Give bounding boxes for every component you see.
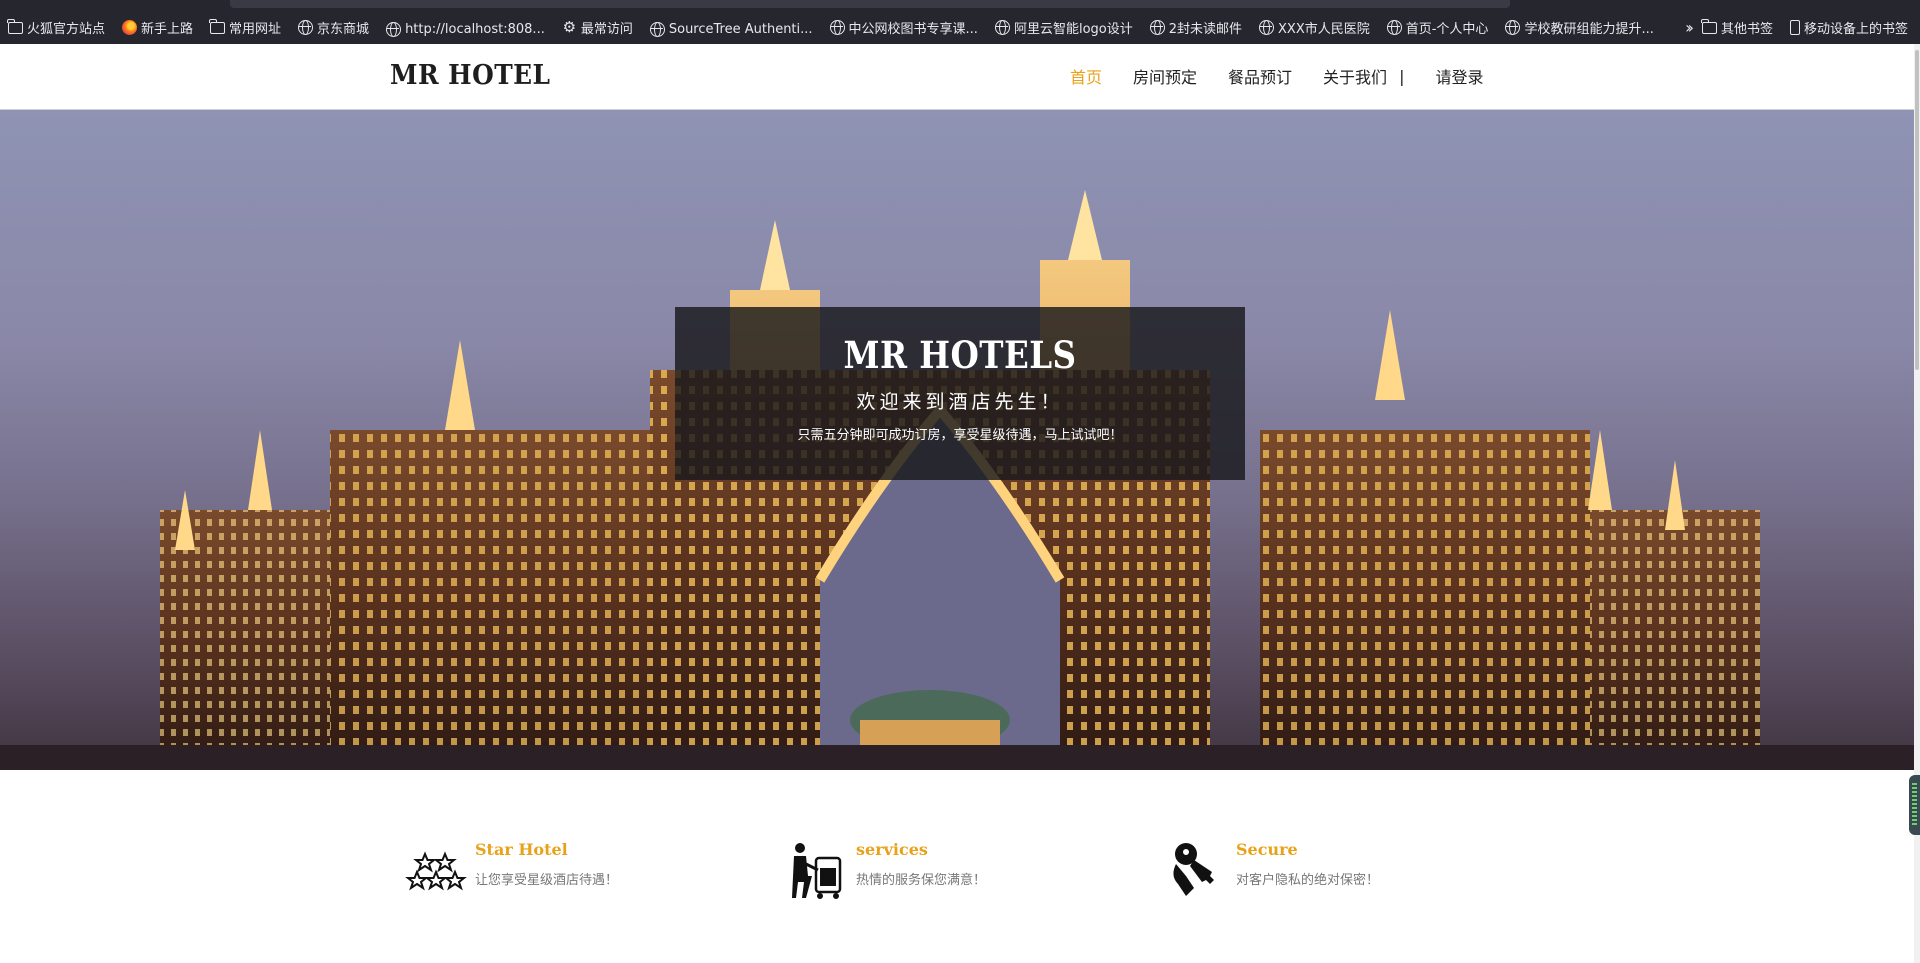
nav-room-booking[interactable]: 房间预定	[1133, 64, 1197, 88]
mobile-bookmarks[interactable]: 移动设备上的书签	[1789, 18, 1908, 37]
globe-icon	[1386, 20, 1402, 35]
bellhop-icon	[792, 843, 842, 899]
bookmark-item[interactable]: 京东商城	[298, 18, 369, 37]
login-link[interactable]: 请登录	[1435, 64, 1483, 88]
bookmark-item[interactable]: 阿里云智能logo设计	[994, 18, 1133, 37]
globe-icon	[386, 22, 402, 37]
hero-caption: MR HOTELS 欢迎来到酒店先生！ 只需五分钟即可成功订房，享受星级待遇，马…	[675, 307, 1245, 480]
key-icon	[1173, 843, 1214, 896]
bookmark-item[interactable]: SourceTree Authenti...	[649, 22, 813, 37]
bookmark-item[interactable]: 常用网址	[209, 18, 281, 37]
globe-icon	[298, 20, 314, 35]
firefox-icon	[122, 20, 138, 35]
nav-about[interactable]: 关于我们	[1323, 64, 1387, 88]
bookmark-item[interactable]: 学校教研组能力提升...	[1505, 18, 1654, 37]
gear-icon: ⚙	[562, 18, 577, 36]
feature-star-hotel: Star Hotel 让您享受星级酒店待遇！	[405, 840, 618, 902]
globe-icon	[994, 20, 1010, 35]
feature-description: 对客户隐私的绝对保密！	[1236, 873, 1380, 888]
site-header: MR HOTEL 首页 房间预定 餐品预订 关于我们 | 请登录	[0, 44, 1920, 110]
folder-icon	[1701, 18, 1717, 34]
globe-icon	[649, 22, 665, 37]
bookmarks-bar: 火狐官方站点 新手上路 常用网址 京东商城 http://localhost:8…	[0, 0, 1920, 44]
bookmark-item[interactable]: 新手上路	[122, 18, 193, 37]
folder-icon	[209, 18, 226, 34]
hero-subtitle: 欢迎来到酒店先生！	[856, 391, 1064, 413]
site-logo[interactable]: MR HOTEL	[390, 60, 550, 91]
chevron-right-icon[interactable]: ››	[1685, 18, 1694, 37]
other-bookmarks[interactable]: 其他书签	[1701, 18, 1773, 37]
feature-secure: Secure 对客户隐私的绝对保密！	[1166, 840, 1379, 902]
bookmark-item[interactable]: 火狐官方站点	[7, 18, 105, 37]
hero-title: MR HOTELS	[843, 333, 1077, 377]
feature-title: Star Hotel	[475, 840, 568, 859]
main-nav: 首页 房间预定 餐品预订 关于我们 | 请登录	[1070, 64, 1483, 88]
feature-description: 让您享受星级酒店待遇！	[475, 873, 619, 888]
feature-services: services 热情的服务保您满意！	[786, 840, 986, 902]
bookmark-item[interactable]: 2封未读邮件	[1149, 18, 1242, 37]
folder-icon	[7, 18, 23, 34]
bookmark-item[interactable]: 中公网校图书专享课...	[829, 18, 978, 37]
stars-icon	[405, 851, 467, 891]
side-widget-tab[interactable]	[1909, 775, 1920, 835]
globe-icon	[1505, 20, 1521, 35]
nav-meal-order[interactable]: 餐品预订	[1228, 64, 1292, 88]
globe-icon	[1259, 20, 1275, 35]
globe-icon	[829, 20, 845, 35]
bookmark-item[interactable]: http://localhost:808...	[386, 22, 545, 37]
bookmark-item[interactable]: ⚙ 最常访问	[562, 18, 633, 38]
scrollbar-thumb[interactable]	[1915, 50, 1919, 370]
bookmark-item[interactable]: XXX市人民医院	[1259, 18, 1370, 37]
nav-separator: |	[1399, 66, 1405, 86]
feature-title: Secure	[1236, 840, 1298, 859]
globe-icon	[1149, 20, 1165, 35]
address-bar-edge[interactable]	[230, 0, 1510, 8]
phone-icon	[1789, 20, 1800, 35]
hero-banner: MR HOTELS 欢迎来到酒店先生！ 只需五分钟即可成功订房，享受星级待遇，马…	[0, 110, 1920, 770]
bookmark-item[interactable]: 首页-个人中心	[1386, 18, 1488, 37]
hero-description: 只需五分钟即可成功订房，享受星级待遇，马上试试吧！	[797, 428, 1123, 443]
feature-description: 热情的服务保您满意！	[856, 873, 987, 888]
feature-title: services	[856, 840, 928, 859]
nav-home[interactable]: 首页	[1070, 64, 1102, 88]
